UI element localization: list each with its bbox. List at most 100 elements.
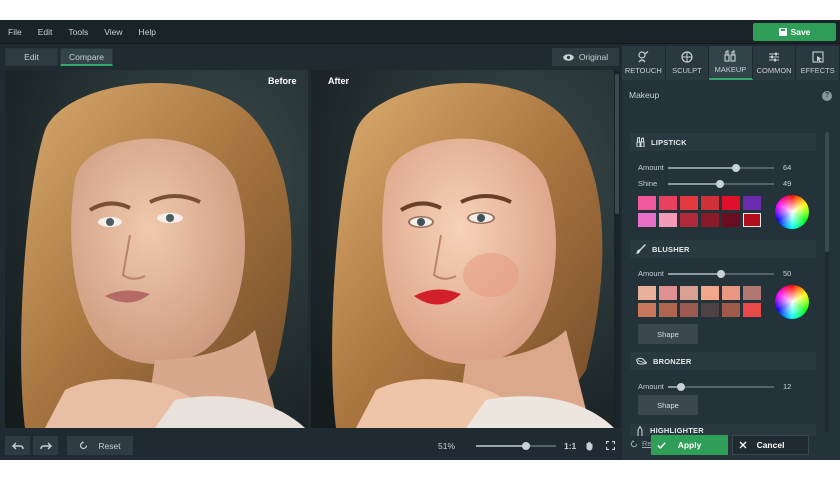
blusher-shape-button[interactable]: Shape bbox=[638, 324, 698, 344]
reset-all-icon bbox=[630, 439, 638, 447]
lipstick-swatch[interactable] bbox=[743, 213, 761, 227]
tab-common[interactable]: COMMON bbox=[752, 46, 797, 80]
lipstick-swatch[interactable] bbox=[722, 213, 740, 227]
edit-mode-button[interactable]: Edit bbox=[5, 48, 58, 66]
sliders-icon bbox=[769, 52, 780, 62]
blusher-section-header[interactable]: BLUSHER bbox=[630, 240, 816, 258]
lipstick-shine-slider[interactable] bbox=[668, 180, 774, 188]
lipstick-swatch[interactable] bbox=[701, 196, 719, 210]
lipstick-title: LIPSTICK bbox=[651, 137, 687, 147]
blusher-swatch[interactable] bbox=[701, 286, 719, 300]
blusher-amount-knob[interactable] bbox=[717, 270, 725, 278]
lipstick-amount-knob[interactable] bbox=[731, 164, 740, 172]
lipstick-shine-knob[interactable] bbox=[715, 180, 724, 188]
lipstick-swatch[interactable] bbox=[659, 196, 677, 210]
save-button[interactable]: Save bbox=[753, 23, 836, 41]
blusher-amount-fill bbox=[668, 273, 721, 275]
lipstick-color-wheel[interactable] bbox=[775, 195, 809, 229]
bottom-toolbar: Reset 51% 1:1 bbox=[0, 430, 622, 460]
canvas-scrollbar[interactable] bbox=[614, 70, 620, 428]
lipstick-amount-fill bbox=[668, 167, 736, 169]
tab-retouch[interactable]: RETOUCH bbox=[622, 46, 666, 80]
bronzer-amount-slider[interactable] bbox=[668, 383, 774, 391]
blusher-color-wheel[interactable] bbox=[775, 285, 809, 319]
menu-edit[interactable]: Edit bbox=[30, 27, 61, 37]
reset-label: Reset bbox=[98, 440, 121, 451]
brush-icon bbox=[636, 244, 646, 254]
lipstick-amount-slider[interactable] bbox=[668, 164, 774, 172]
blusher-swatch[interactable] bbox=[722, 286, 740, 300]
blusher-amount-slider[interactable] bbox=[668, 270, 774, 278]
after-photo[interactable]: After bbox=[311, 70, 614, 428]
menu-help[interactable]: Help bbox=[130, 27, 163, 37]
blusher-swatch[interactable] bbox=[743, 286, 761, 300]
compare-mode-button[interactable]: Compare bbox=[60, 48, 113, 66]
lipstick-shine-fill bbox=[668, 183, 720, 185]
lipstick-swatch[interactable] bbox=[701, 213, 719, 227]
before-label: Before bbox=[268, 76, 297, 86]
lipstick-swatch[interactable] bbox=[638, 196, 656, 210]
bronzer-brush-icon bbox=[636, 357, 647, 365]
menu-view[interactable]: View bbox=[96, 27, 130, 37]
blusher-swatch[interactable] bbox=[680, 286, 698, 300]
original-button[interactable]: Original bbox=[552, 48, 619, 66]
makeup-icon bbox=[724, 50, 737, 62]
lipstick-amount-label: Amount bbox=[638, 163, 664, 172]
blusher-title: BLUSHER bbox=[652, 244, 690, 254]
blusher-swatch[interactable] bbox=[638, 303, 656, 317]
lipstick-icon bbox=[636, 137, 645, 147]
tab-common-label: COMMON bbox=[756, 66, 792, 75]
canvas-scroll-thumb[interactable] bbox=[615, 74, 619, 214]
undo-button[interactable] bbox=[5, 436, 30, 455]
tab-effects[interactable]: EFFECTS bbox=[796, 46, 840, 80]
tab-sculpt[interactable]: SCULPT bbox=[665, 46, 710, 80]
lipstick-amount-value: 64 bbox=[783, 163, 792, 172]
menu-bar: File Edit Tools View Help Save bbox=[0, 20, 840, 44]
panel-scrollbar[interactable] bbox=[825, 132, 829, 432]
lipstick-swatch[interactable] bbox=[743, 196, 761, 210]
main-menu: File Edit Tools View Help bbox=[0, 20, 164, 44]
lipstick-swatch[interactable] bbox=[680, 196, 698, 210]
highlighter-title: HIGHLIGHTER bbox=[650, 426, 704, 435]
blusher-swatch[interactable] bbox=[638, 286, 656, 300]
close-icon bbox=[739, 441, 747, 449]
panel-title: Makeup bbox=[629, 90, 660, 100]
zoom-1-1-button[interactable]: 1:1 bbox=[564, 441, 576, 451]
lipstick-swatch[interactable] bbox=[659, 213, 677, 227]
before-portrait-image bbox=[5, 70, 308, 428]
redo-button[interactable] bbox=[33, 436, 58, 455]
zoom-slider[interactable] bbox=[476, 442, 556, 450]
cancel-button[interactable]: Cancel bbox=[732, 435, 809, 455]
reset-icon bbox=[80, 441, 88, 450]
apply-button[interactable]: Apply bbox=[651, 435, 728, 455]
bronzer-amount-knob[interactable] bbox=[676, 383, 685, 391]
edit-mode-label: Edit bbox=[24, 52, 39, 62]
save-label: Save bbox=[790, 27, 811, 37]
panel-scroll-thumb[interactable] bbox=[825, 132, 829, 252]
blusher-swatch[interactable] bbox=[659, 286, 677, 300]
lipstick-swatch[interactable] bbox=[680, 213, 698, 227]
lipstick-shine-value: 49 bbox=[783, 179, 792, 188]
fit-screen-icon[interactable] bbox=[606, 441, 615, 450]
blusher-swatch[interactable] bbox=[701, 303, 719, 317]
blusher-swatch[interactable] bbox=[659, 303, 677, 317]
tab-makeup[interactable]: MAKEUP bbox=[709, 46, 753, 80]
apply-label: Apply bbox=[677, 440, 702, 450]
reset-button[interactable]: Reset bbox=[67, 436, 133, 455]
lipstick-swatch[interactable] bbox=[722, 196, 740, 210]
zoom-slider-knob[interactable] bbox=[522, 442, 531, 450]
blusher-swatch[interactable] bbox=[743, 303, 761, 317]
bronzer-section-header[interactable]: BRONZER bbox=[630, 352, 816, 370]
lipstick-section-header[interactable]: LIPSTICK bbox=[630, 133, 816, 151]
hand-icon[interactable] bbox=[585, 441, 594, 451]
blusher-swatch[interactable] bbox=[680, 303, 698, 317]
help-icon[interactable]: ? bbox=[822, 91, 832, 101]
bronzer-shape-button[interactable]: Shape bbox=[638, 395, 698, 415]
before-photo[interactable]: Before bbox=[5, 70, 308, 428]
highlighter-icon bbox=[637, 426, 643, 436]
menu-file[interactable]: File bbox=[0, 27, 30, 37]
blusher-swatch[interactable] bbox=[722, 303, 740, 317]
lipstick-swatch[interactable] bbox=[638, 213, 656, 227]
tool-tabs: RETOUCH SCULPT MAKEUP COMMON EFFECTS bbox=[622, 46, 840, 80]
menu-tools[interactable]: Tools bbox=[60, 27, 96, 37]
